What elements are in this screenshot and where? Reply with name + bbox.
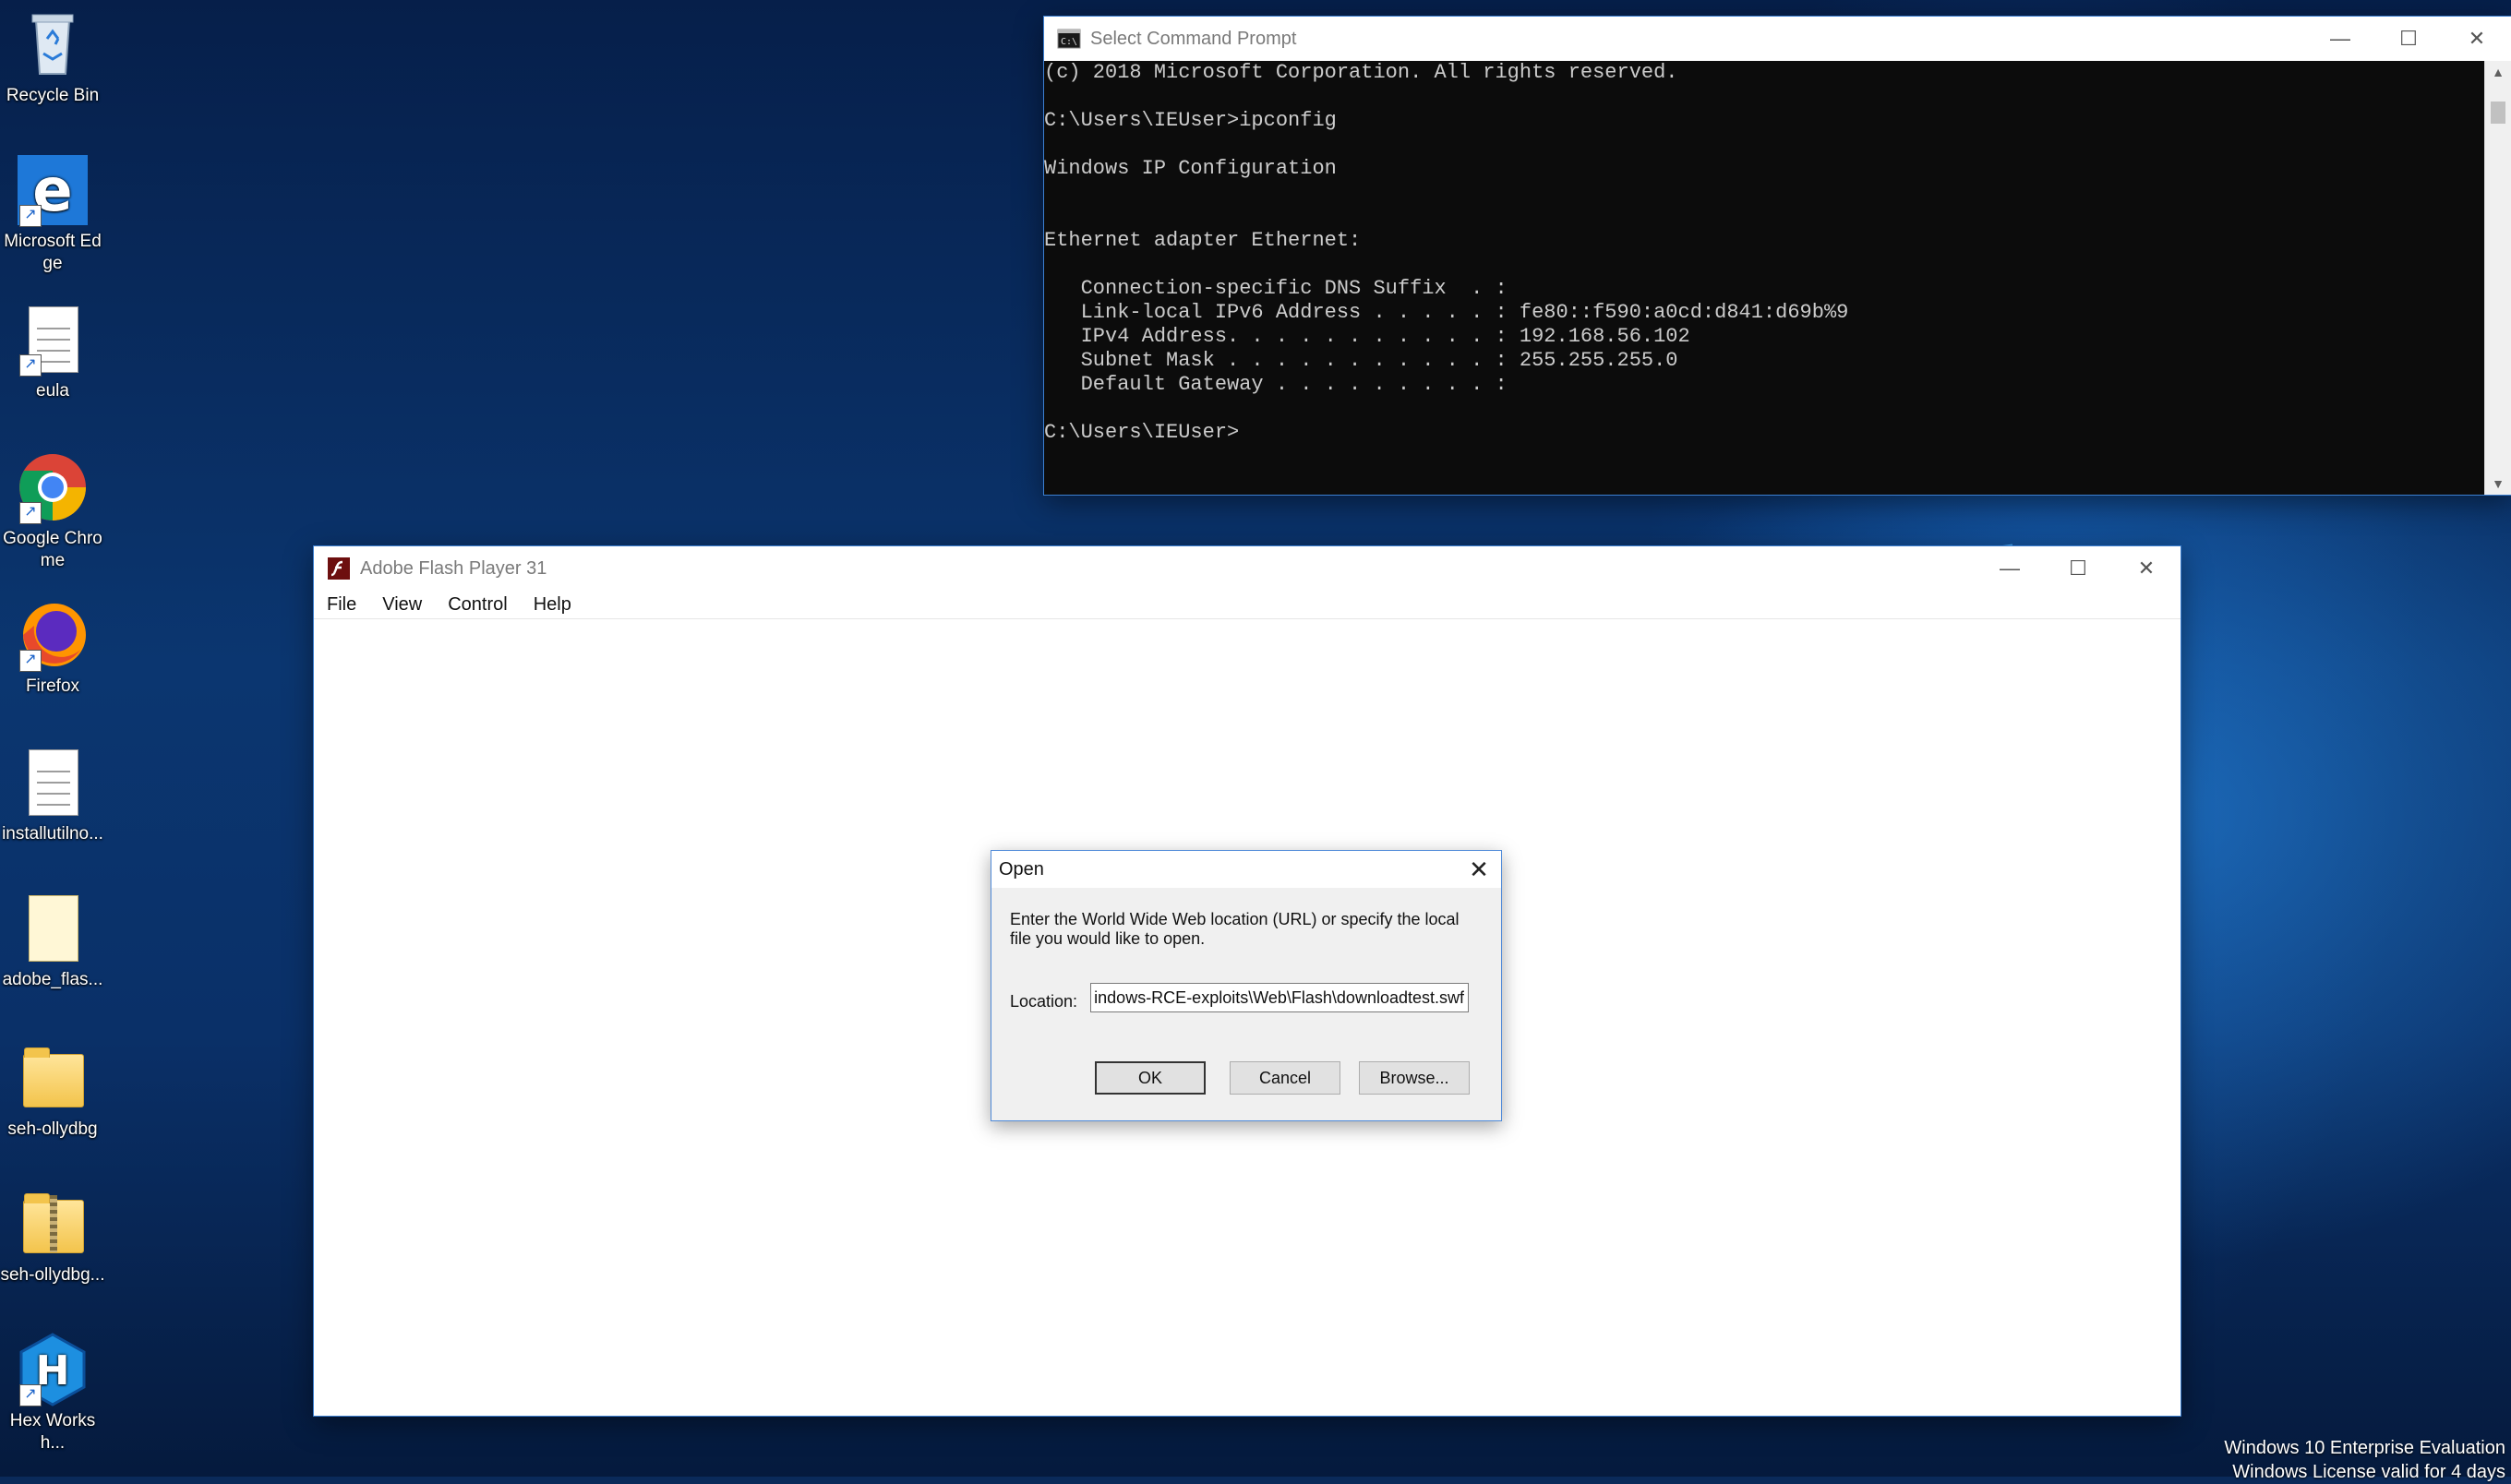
desktop-icon-label: seh-ollydbg... <box>0 1265 105 1285</box>
svg-text:C:\: C:\ <box>1061 37 1077 47</box>
console-line: Ethernet adapter Ethernet: <box>1044 229 1362 252</box>
console-line: Default Gateway . . . . . . . . . : <box>1044 373 1508 396</box>
minimize-icon: — <box>2000 556 2020 580</box>
close-button[interactable]: ✕ <box>2112 546 2181 591</box>
console-scrollbar[interactable]: ▲ ▼ <box>2484 61 2511 495</box>
minimize-button[interactable]: — <box>2306 17 2374 61</box>
desktop-icon-seh-ollydbg-zip[interactable]: seh-ollydbg... <box>0 1187 105 1287</box>
desktop-icon-label: Recycle Bin <box>6 86 100 105</box>
desktop-icon-google-chrome[interactable]: ↗ Google Chrome <box>0 450 105 572</box>
document-icon <box>16 892 90 965</box>
flash-app-icon <box>328 557 350 580</box>
open-dialog[interactable]: Open ✕ Enter the World Wide Web location… <box>991 850 1502 1121</box>
close-icon: ✕ <box>2468 27 2486 50</box>
shortcut-arrow-icon: ↗ <box>19 650 42 672</box>
desktop-icon-label: Microsoft Edge <box>4 232 102 273</box>
cmd-window-title: Select Command Prompt <box>1090 28 1297 49</box>
console-line: Subnet Mask . . . . . . . . . . . : 255.… <box>1044 349 1678 372</box>
hex-workshop-icon: H ↗ <box>16 1333 90 1406</box>
console-line: C:\Users\IEUser>ipconfig <box>1044 109 1337 132</box>
desktop-icon-microsoft-edge[interactable]: e ↗ Microsoft Edge <box>0 153 105 275</box>
shortcut-arrow-icon: ↗ <box>19 205 42 227</box>
edge-icon: e ↗ <box>16 153 90 227</box>
scroll-down-icon[interactable]: ▼ <box>2485 473 2511 495</box>
open-dialog-prompt: Enter the World Wide Web location (URL) … <box>1010 910 1460 948</box>
location-label: Location: <box>1010 992 1078 1011</box>
scroll-up-icon[interactable]: ▲ <box>2485 61 2511 83</box>
folder-icon <box>16 1041 90 1115</box>
desktop-icon-recycle-bin[interactable]: Recycle Bin <box>0 7 105 107</box>
maximize-button[interactable]: ☐ <box>2044 546 2112 591</box>
watermark-line-2: Windows License valid for 4 days <box>2232 1462 2505 1482</box>
menu-view[interactable]: View <box>369 594 435 616</box>
watermark-line-1: Windows 10 Enterprise Evaluation <box>2224 1438 2505 1458</box>
flash-titlebar[interactable]: Adobe Flash Player 31 — ☐ ✕ <box>314 546 2181 591</box>
open-dialog-title: Open <box>999 858 1044 880</box>
scrollbar-thumb[interactable] <box>2491 102 2505 124</box>
flash-menubar: File View Control Help <box>314 591 2181 619</box>
document-icon: ↗ <box>16 303 90 377</box>
console-line: IPv4 Address. . . . . . . . . . . : 192.… <box>1044 325 1690 348</box>
minimize-icon: — <box>2330 27 2350 50</box>
windows-evaluation-watermark: Windows 10 Enterprise Evaluation Windows… <box>2136 1436 2505 1484</box>
dialog-close-button[interactable]: ✕ <box>1462 853 1496 886</box>
browse-button[interactable]: Browse... <box>1359 1061 1470 1095</box>
maximize-icon: ☐ <box>2399 27 2418 50</box>
close-icon: ✕ <box>1469 856 1489 883</box>
maximize-button[interactable]: ☐ <box>2374 17 2443 61</box>
menu-file[interactable]: File <box>314 594 369 616</box>
desktop-icon-installutilno[interactable]: installutilno... <box>0 746 105 845</box>
document-icon <box>16 746 90 820</box>
console-line: Connection-specific DNS Suffix . : <box>1044 277 1508 300</box>
console-line: Windows IP Configuration <box>1044 157 1337 180</box>
desktop-icon-hex-workshop[interactable]: H ↗ Hex Worksh... <box>0 1333 105 1454</box>
desktop-icon-adobe-flash[interactable]: adobe_flas... <box>0 892 105 991</box>
shortcut-arrow-icon: ↗ <box>19 1384 42 1406</box>
firefox-icon: ↗ <box>16 598 90 672</box>
minimize-button[interactable]: — <box>1976 546 2044 591</box>
flash-window-title: Adobe Flash Player 31 <box>360 557 547 579</box>
console-output[interactable]: (c) 2018 Microsoft Corporation. All righ… <box>1044 61 2485 495</box>
command-prompt-window[interactable]: C:\ Select Command Prompt — ☐ ✕ (c) 2018… <box>1044 17 2511 495</box>
chrome-icon: ↗ <box>16 450 90 524</box>
desktop-icon-label: Hex Worksh... <box>9 1411 96 1453</box>
menu-help[interactable]: Help <box>521 594 584 616</box>
desktop-icon-label: adobe_flas... <box>2 970 103 989</box>
cmd-titlebar[interactable]: C:\ Select Command Prompt — ☐ ✕ <box>1044 17 2511 61</box>
console-line: (c) 2018 Microsoft Corporation. All righ… <box>1044 61 1678 84</box>
close-button[interactable]: ✕ <box>2443 17 2511 61</box>
cancel-button[interactable]: Cancel <box>1230 1061 1340 1095</box>
location-input[interactable] <box>1090 983 1469 1012</box>
open-dialog-titlebar[interactable]: Open ✕ <box>991 851 1501 888</box>
desktop-icon-label: installutilno... <box>2 824 103 844</box>
ok-button[interactable]: OK <box>1095 1061 1206 1095</box>
zip-folder-icon <box>16 1187 90 1261</box>
maximize-icon: ☐ <box>2069 556 2087 580</box>
menu-control[interactable]: Control <box>435 594 520 616</box>
console-line: C:\Users\IEUser> <box>1044 421 1240 444</box>
desktop-icon-seh-ollydbg[interactable]: seh-ollydbg <box>0 1041 105 1141</box>
recycle-bin-icon <box>16 7 90 81</box>
desktop-icon-label: eula <box>36 381 69 401</box>
desktop-icon-label: Firefox <box>25 676 80 696</box>
desktop-icon-label: seh-ollydbg <box>7 1119 98 1139</box>
desktop-icon-firefox[interactable]: ↗ Firefox <box>0 598 105 698</box>
shortcut-arrow-icon: ↗ <box>19 354 42 377</box>
cmd-app-icon: C:\ <box>1057 29 1081 49</box>
desktop-icon-eula[interactable]: ↗ eula <box>0 303 105 402</box>
desktop-icon-label: Google Chrome <box>3 529 102 570</box>
close-icon: ✕ <box>2137 556 2156 580</box>
console-line: Link-local IPv6 Address . . . . . : fe80… <box>1044 301 1849 324</box>
shortcut-arrow-icon: ↗ <box>19 502 42 524</box>
